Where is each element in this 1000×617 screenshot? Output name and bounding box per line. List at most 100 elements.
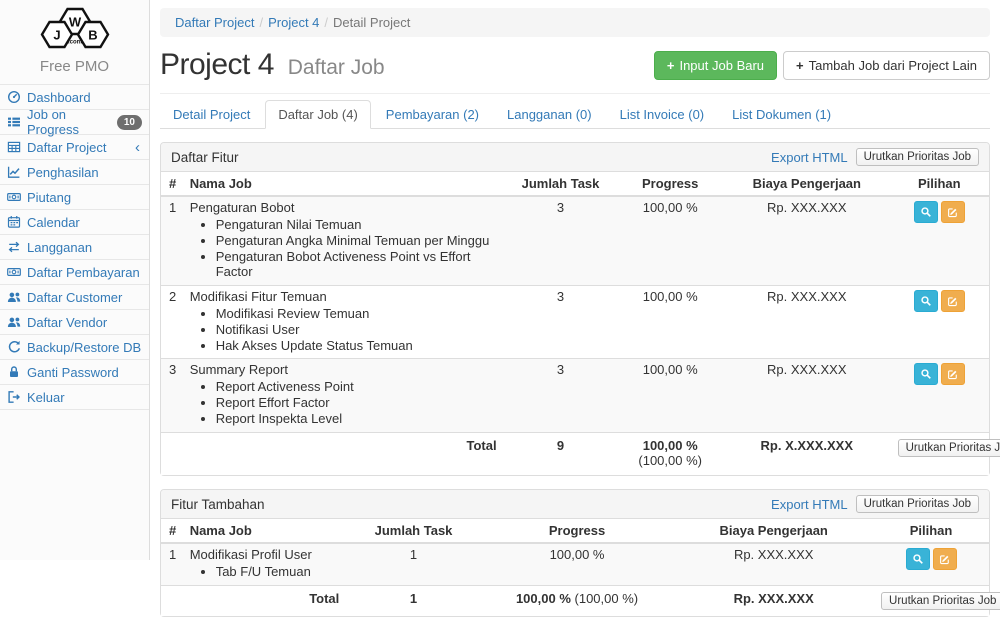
exchange-icon	[7, 240, 21, 254]
job-subitem: Pengaturan Angka Minimal Temuan per Ming…	[216, 234, 497, 249]
panel-daftar-fitur: Daftar FiturExport HTMLUrutkan Prioritas…	[160, 142, 990, 476]
sidebar-item-penghasilan: Penghasilan	[0, 160, 149, 185]
breadcrumb-link-daftar-project[interactable]: Daftar Project	[175, 15, 254, 30]
edit-job-button[interactable]	[933, 548, 957, 570]
breadcrumb-separator: /	[324, 15, 328, 30]
view-job-button[interactable]	[914, 201, 938, 223]
total-progress: 100,00 %	[643, 438, 698, 453]
job-name: Modifikasi Profil User	[190, 548, 340, 563]
sidebar-item-label: Langganan	[27, 240, 92, 255]
export-html-link[interactable]: Export HTML	[771, 497, 848, 512]
progress-value: 100,00 %	[480, 543, 675, 585]
sidebar-item-backup-restore-db: Backup/Restore DB	[0, 335, 149, 360]
cost-value: Rp. XXX.XXX	[724, 359, 890, 433]
view-job-button[interactable]	[906, 548, 930, 570]
job-subitem: Report Effort Factor	[216, 396, 497, 411]
sidebar-link-backup-restore-db[interactable]: Backup/Restore DB	[0, 335, 149, 359]
panels-container: Daftar FiturExport HTMLUrutkan Prioritas…	[160, 142, 990, 617]
sidebar-item-label: Backup/Restore DB	[27, 340, 141, 355]
task-count: 1	[347, 543, 479, 585]
progress-value: 100,00 %	[616, 359, 724, 433]
job-subitem: Pengaturan Bobot Activeness Point vs Eff…	[216, 250, 497, 280]
plus-icon: +	[796, 58, 804, 73]
breadcrumb-link-project-4[interactable]: Project 4	[268, 15, 319, 30]
task-count: 3	[505, 359, 617, 433]
task-count: 3	[505, 285, 617, 359]
jwb-logo-icon: W J B .com	[30, 7, 120, 51]
sidebar-link-daftar-project[interactable]: Daftar Project‹	[0, 135, 149, 159]
column-header-jumlah-task: Jumlah Task	[505, 172, 617, 196]
urutkan-prioritas-job-button[interactable]: Urutkan Prioritas Job	[898, 439, 1000, 457]
panel-fitur-tambahan: Fitur TambahanExport HTMLUrutkan Priorit…	[160, 489, 990, 617]
sidebar-item-daftar-vendor: Daftar Vendor	[0, 310, 149, 335]
sidebar-item-daftar-project: Daftar Project‹	[0, 135, 149, 160]
job-row: 2Modifikasi Fitur TemuanModifikasi Revie…	[161, 285, 989, 359]
urutkan-prioritas-job-button[interactable]: Urutkan Prioritas Job	[856, 148, 979, 166]
sidebar-link-langganan[interactable]: Langganan	[0, 235, 149, 259]
edit-job-button[interactable]	[941, 290, 965, 312]
sidebar-link-daftar-customer[interactable]: Daftar Customer	[0, 285, 149, 309]
urutkan-prioritas-job-button[interactable]: Urutkan Prioritas Job	[881, 592, 1000, 610]
job-row: 1Modifikasi Profil UserTab F/U Temuan110…	[161, 543, 989, 585]
tambah-job-dari-project-lain-button[interactable]: + Tambah Job dari Project Lain	[783, 51, 990, 80]
project-title: Project 4	[160, 48, 274, 81]
job-number: 1	[161, 543, 182, 585]
svg-text:W: W	[68, 15, 81, 30]
jobs-table: #Nama JobJumlah TaskProgressBiaya Penger…	[161, 172, 989, 475]
sidebar-link-daftar-pembayaran[interactable]: Daftar Pembayaran	[0, 260, 149, 284]
export-html-link[interactable]: Export HTML	[771, 150, 848, 165]
sidebar-nav: Dashboard Job on Progress10Daftar Project…	[0, 84, 149, 410]
column-header-jumlah-task: Jumlah Task	[347, 519, 479, 543]
calendar-icon	[7, 215, 21, 229]
column-header-pilihan: Pilihan	[873, 519, 989, 543]
cost-value: Rp. XXX.XXX	[724, 285, 890, 359]
table-header-row: #Nama JobJumlah TaskProgressBiaya Penger…	[161, 519, 989, 543]
money-icon	[7, 190, 21, 204]
edit-job-button[interactable]	[941, 363, 965, 385]
progress-value: 100,00 %	[616, 196, 724, 285]
total-task-count: 9	[505, 433, 617, 475]
total-cost: Rp. X.XXX.XXX	[724, 433, 890, 475]
angle-left-icon: ‹	[135, 140, 142, 155]
column-header-progress: Progress	[480, 519, 675, 543]
sidebar-link-penghasilan[interactable]: Penghasilan	[0, 160, 149, 184]
total-row: Total1100,00 % (100,00 %)Rp. XXX.XXXUrut…	[161, 585, 989, 616]
sidebar-item-daftar-pembayaran: Daftar Pembayaran	[0, 260, 149, 285]
sidebar-item-langganan: Langganan	[0, 235, 149, 260]
sidebar-item-label: Daftar Vendor	[27, 315, 107, 330]
page-title: Project 4 Daftar Job	[160, 48, 385, 82]
plus-icon: +	[667, 58, 675, 73]
job-subitem: Report Activeness Point	[216, 380, 497, 395]
sidebar-link-piutang[interactable]: Piutang	[0, 185, 149, 209]
breadcrumb: Daftar Project/Project 4/Detail Project	[160, 8, 990, 37]
edit-job-button[interactable]	[941, 201, 965, 223]
job-row: 3Summary ReportReport Activeness PointRe…	[161, 359, 989, 433]
cost-value: Rp. XXX.XXX	[724, 196, 890, 285]
sidebar-item-label: Penghasilan	[27, 165, 99, 180]
job-subitems: Pengaturan Nilai TemuanPengaturan Angka …	[216, 218, 497, 280]
sidebar-link-ganti-password[interactable]: Ganti Password	[0, 360, 149, 384]
job-number: 2	[161, 285, 182, 359]
view-job-button[interactable]	[914, 363, 938, 385]
total-label: Total	[161, 585, 347, 616]
sidebar-item-label: Dashboard	[27, 90, 91, 105]
sidebar-link-daftar-vendor[interactable]: Daftar Vendor	[0, 310, 149, 334]
total-progress: 100,00 %	[516, 591, 571, 606]
urutkan-prioritas-job-button[interactable]: Urutkan Prioritas Job	[856, 495, 979, 513]
total-task-count: 1	[347, 585, 479, 616]
search-icon	[920, 206, 932, 218]
chart-icon	[7, 165, 21, 179]
input-job-baru-button[interactable]: + Input Job Baru	[654, 51, 777, 80]
job-number: 3	[161, 359, 182, 433]
total-label: Total	[161, 433, 505, 475]
sidebar-item-label: Piutang	[27, 190, 71, 205]
task-count: 3	[505, 196, 617, 285]
sidebar-link-dashboard[interactable]: Dashboard	[0, 85, 149, 109]
sidebar-link-job-on-progress[interactable]: Job on Progress10	[0, 110, 149, 134]
sidebar-item-label: Job on Progress	[27, 107, 111, 137]
view-job-button[interactable]	[914, 290, 938, 312]
total-row: Total9100,00 % (100,00 %)Rp. X.XXX.XXXUr…	[161, 433, 989, 475]
tab-list-invoice-0: List Invoice (0)	[607, 100, 718, 129]
sidebar-link-keluar[interactable]: Keluar	[0, 385, 149, 409]
sidebar-link-calendar[interactable]: Calendar	[0, 210, 149, 234]
